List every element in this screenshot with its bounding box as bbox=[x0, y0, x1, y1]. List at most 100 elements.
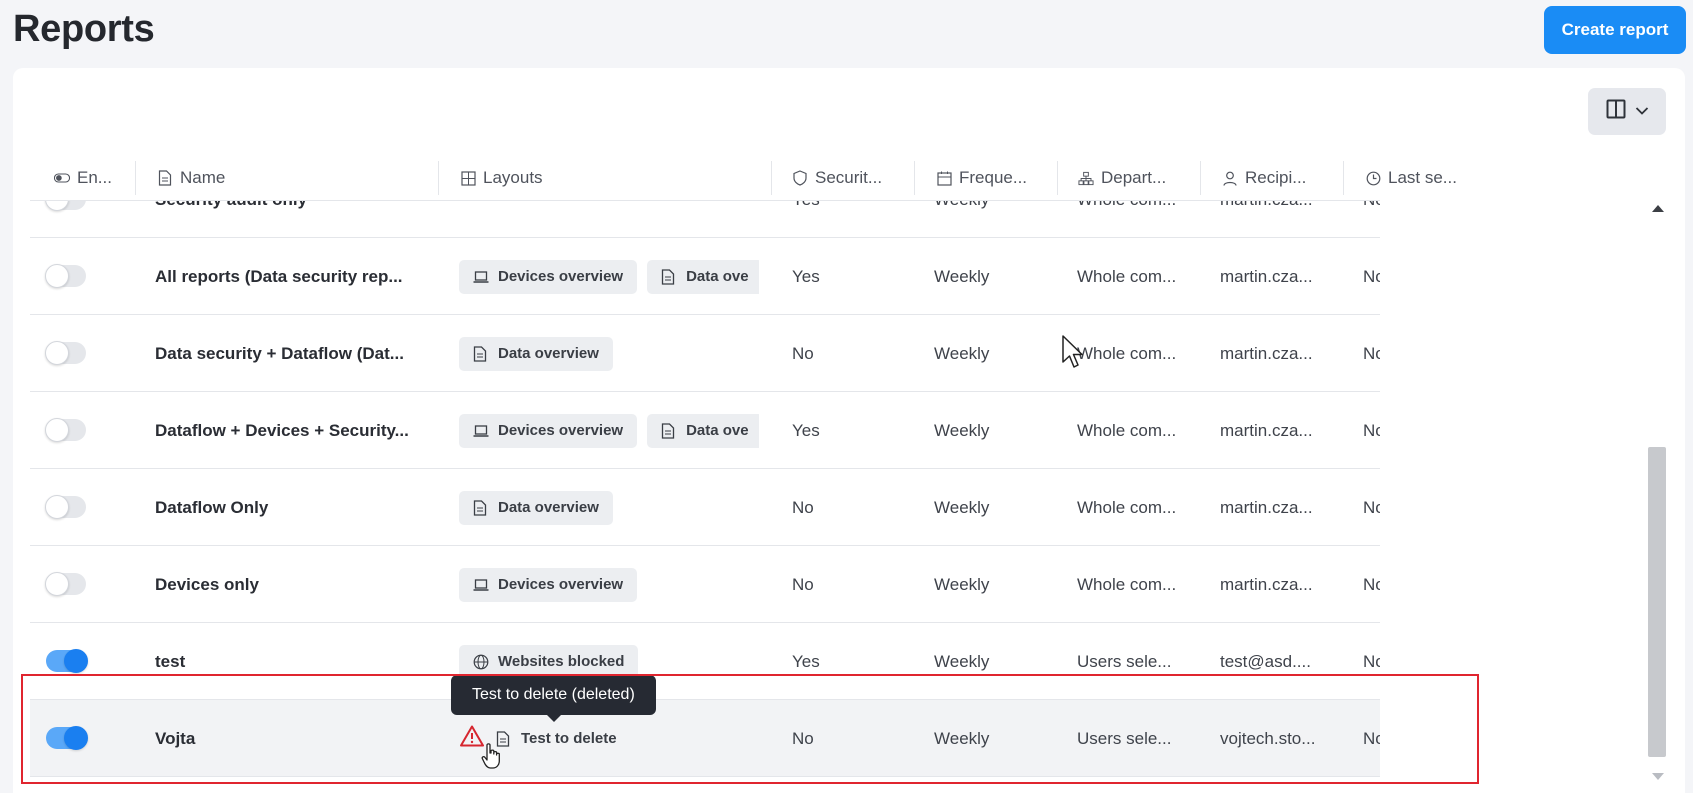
globe-icon bbox=[473, 654, 489, 670]
layouts-cell: Devices overview Data ove bbox=[459, 392, 759, 469]
report-name[interactable]: test bbox=[155, 623, 185, 700]
department-value: Whole com... bbox=[1077, 497, 1177, 517]
enabled-toggle[interactable] bbox=[45, 341, 86, 365]
column-header-security[interactable]: Securit... bbox=[792, 155, 882, 201]
layout-chip[interactable]: Websites blocked bbox=[459, 644, 639, 679]
frequency-value: Weekly bbox=[934, 651, 990, 671]
table-row[interactable]: Devices only Devices overview No Weekly … bbox=[30, 546, 1380, 623]
last-sent-value: Not yet bbox=[1363, 574, 1380, 594]
department-value: Whole com... bbox=[1077, 574, 1177, 594]
report-name[interactable]: Data security + Dataflow (Dat... bbox=[155, 315, 404, 392]
document-icon bbox=[157, 170, 173, 186]
recipients-value: martin.cza... bbox=[1220, 343, 1313, 363]
layout-chip[interactable]: Test to delete bbox=[490, 722, 623, 756]
mouse-pointer-icon bbox=[1062, 335, 1084, 374]
table-header: En... Name Layouts Securit... Freque... … bbox=[30, 155, 1457, 201]
column-header-frequency[interactable]: Freque... bbox=[936, 155, 1027, 201]
last-sent-value: Not yet bbox=[1363, 497, 1380, 517]
enabled-toggle[interactable] bbox=[45, 201, 86, 211]
layout-chip[interactable]: Data overview bbox=[459, 336, 613, 371]
recipients-value: martin.cza... bbox=[1220, 497, 1313, 517]
page-title: Reports bbox=[13, 8, 155, 50]
table-row[interactable]: Data security + Dataflow (Dat... Data ov… bbox=[30, 315, 1380, 392]
enabled-toggle[interactable] bbox=[45, 264, 86, 288]
laptop-icon bbox=[473, 423, 489, 439]
layout-chip[interactable]: Data ove bbox=[647, 413, 759, 448]
report-name[interactable]: Vojta bbox=[155, 700, 195, 777]
security-value: No bbox=[792, 497, 814, 517]
laptop-icon bbox=[473, 269, 489, 285]
table-row[interactable]: Vojta Test to delete No Weekly Users sel… bbox=[30, 700, 1380, 777]
report-name[interactable]: Dataflow Only bbox=[155, 469, 268, 546]
table-row[interactable]: Dataflow + Devices + Security... Devices… bbox=[30, 392, 1380, 469]
layout-chip[interactable]: Data ove bbox=[647, 259, 759, 294]
enabled-toggle[interactable] bbox=[46, 726, 88, 750]
clock-icon bbox=[1365, 170, 1381, 186]
security-value: No bbox=[792, 728, 814, 748]
column-header-last-sent[interactable]: Last se... bbox=[1365, 155, 1457, 201]
layouts-cell: Data overview bbox=[459, 315, 759, 392]
last-sent-value: Not yet bbox=[1363, 343, 1380, 363]
frequency-value: Weekly bbox=[934, 201, 989, 238]
calendar-icon bbox=[936, 170, 952, 186]
security-value: Yes bbox=[792, 651, 820, 671]
last-sent-value: Not yet bbox=[1363, 201, 1380, 238]
table-row[interactable]: Security audit only Yes Weekly Whole com… bbox=[30, 201, 1380, 238]
chevron-down-icon bbox=[1635, 103, 1649, 121]
column-header-recipients[interactable]: Recipi... bbox=[1222, 155, 1306, 201]
report-name[interactable]: All reports (Data security rep... bbox=[155, 238, 403, 315]
department-value: Whole com... bbox=[1077, 266, 1177, 286]
layout-chip[interactable]: Devices overview bbox=[459, 259, 638, 294]
scroll-down-arrow-icon[interactable] bbox=[1652, 773, 1664, 780]
last-sent-value: Not yet bbox=[1363, 651, 1380, 671]
org-chart-icon bbox=[1078, 170, 1094, 186]
frequency-value: Weekly bbox=[934, 728, 990, 748]
column-settings-button[interactable] bbox=[1588, 88, 1666, 135]
department-value: Whole com... bbox=[1077, 201, 1176, 238]
enabled-toggle[interactable] bbox=[46, 649, 88, 673]
recipients-value: vojtech.sto... bbox=[1220, 728, 1316, 748]
table-row[interactable]: Dataflow Only Data overview No Weekly Wh… bbox=[30, 469, 1380, 546]
recipients-value: martin.cza... bbox=[1220, 420, 1313, 440]
recipients-value: martin.cza... bbox=[1220, 201, 1313, 238]
last-sent-value: Not yet bbox=[1363, 266, 1380, 286]
security-value: No bbox=[792, 343, 814, 363]
column-header-layouts[interactable]: Layouts bbox=[460, 155, 543, 201]
enabled-toggle[interactable] bbox=[45, 572, 86, 596]
laptop-icon bbox=[473, 577, 489, 593]
frequency-value: Weekly bbox=[934, 574, 990, 594]
scroll-thumb[interactable] bbox=[1648, 447, 1666, 757]
column-header-name[interactable]: Name bbox=[157, 155, 225, 201]
column-header-enabled[interactable]: En... bbox=[54, 155, 112, 201]
report-name[interactable]: Security audit only bbox=[155, 201, 307, 238]
table-row[interactable]: test Websites blocked Yes Weekly Users s… bbox=[30, 623, 1380, 700]
vertical-scrollbar[interactable] bbox=[1645, 195, 1669, 780]
enabled-toggle[interactable] bbox=[45, 495, 86, 519]
column-header-department[interactable]: Depart... bbox=[1078, 155, 1166, 201]
document-icon bbox=[661, 422, 677, 439]
layout-chip[interactable]: Devices overview bbox=[459, 413, 638, 448]
enabled-toggle[interactable] bbox=[45, 418, 86, 442]
table-row[interactable]: All reports (Data security rep... Device… bbox=[30, 238, 1380, 315]
security-value: Yes bbox=[792, 420, 820, 440]
columns-icon bbox=[1606, 99, 1626, 124]
recipients-value: martin.cza... bbox=[1220, 266, 1313, 286]
layout-chip[interactable]: Devices overview bbox=[459, 567, 638, 602]
layouts-cell: Devices overview Data ove bbox=[459, 238, 759, 315]
layout-chip[interactable]: Data overview bbox=[459, 490, 613, 525]
frequency-value: Weekly bbox=[934, 266, 990, 286]
department-value: Whole com... bbox=[1077, 420, 1177, 440]
grid-icon bbox=[460, 170, 476, 186]
reports-card: En... Name Layouts Securit... Freque... … bbox=[13, 68, 1685, 793]
last-sent-value: Not yet bbox=[1363, 420, 1380, 440]
last-sent-value: Not yet bbox=[1363, 728, 1380, 748]
report-name[interactable]: Devices only bbox=[155, 546, 259, 623]
user-icon bbox=[1222, 170, 1238, 186]
create-report-button[interactable]: Create report bbox=[1544, 6, 1686, 54]
frequency-value: Weekly bbox=[934, 343, 990, 363]
scroll-up-arrow-icon[interactable] bbox=[1652, 205, 1664, 212]
report-name[interactable]: Dataflow + Devices + Security... bbox=[155, 392, 409, 469]
layouts-cell: Data overview bbox=[459, 469, 759, 546]
department-value: Users sele... bbox=[1077, 651, 1172, 671]
toggle-icon bbox=[54, 170, 70, 186]
